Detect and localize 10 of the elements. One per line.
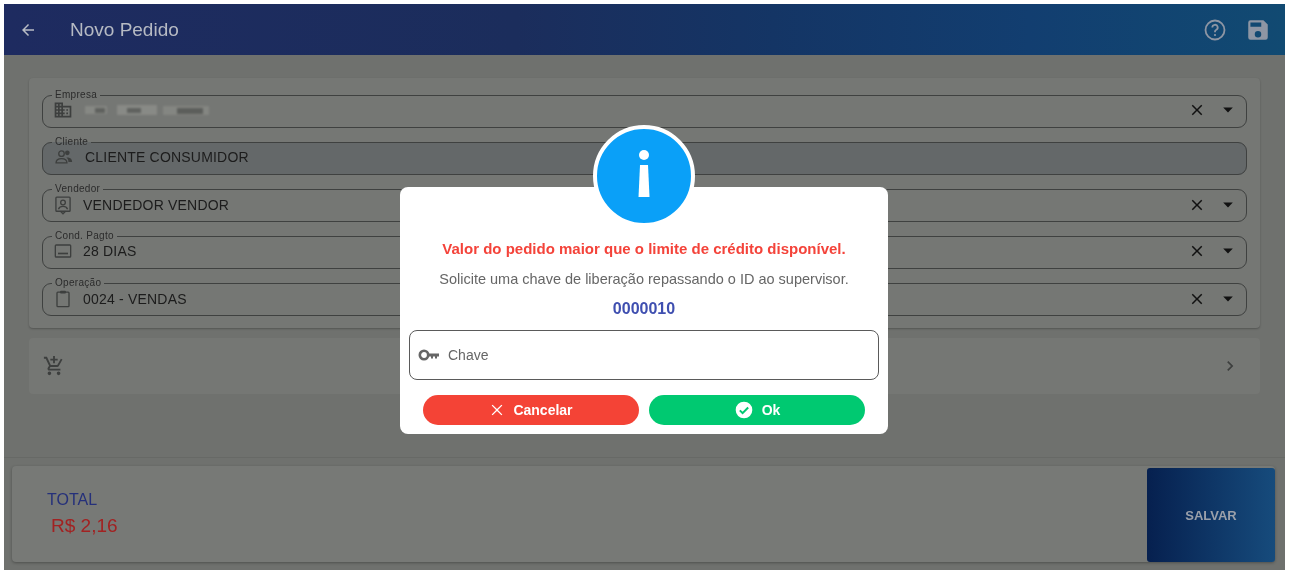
total-value: R$ 2,16 (51, 515, 119, 537)
release-id: 0000010 (612, 300, 676, 318)
field-value: CLIENTE CONSUMIDOR (85, 149, 249, 165)
field-value: 28 DIAS (83, 243, 137, 259)
dialog-message: Solicite uma chave de liberação repassando o ID ao supervisor. (439, 271, 849, 287)
page-title: Novo Pedido (70, 18, 180, 41)
field-value: VENDEDOR VENDOR (83, 197, 230, 213)
dialog-title: Valor do pedido maior que o limite de crédito disponível. (442, 240, 846, 257)
field-value: 0024 - VENDAS (83, 291, 187, 307)
total-label: TOTAL (47, 491, 99, 509)
